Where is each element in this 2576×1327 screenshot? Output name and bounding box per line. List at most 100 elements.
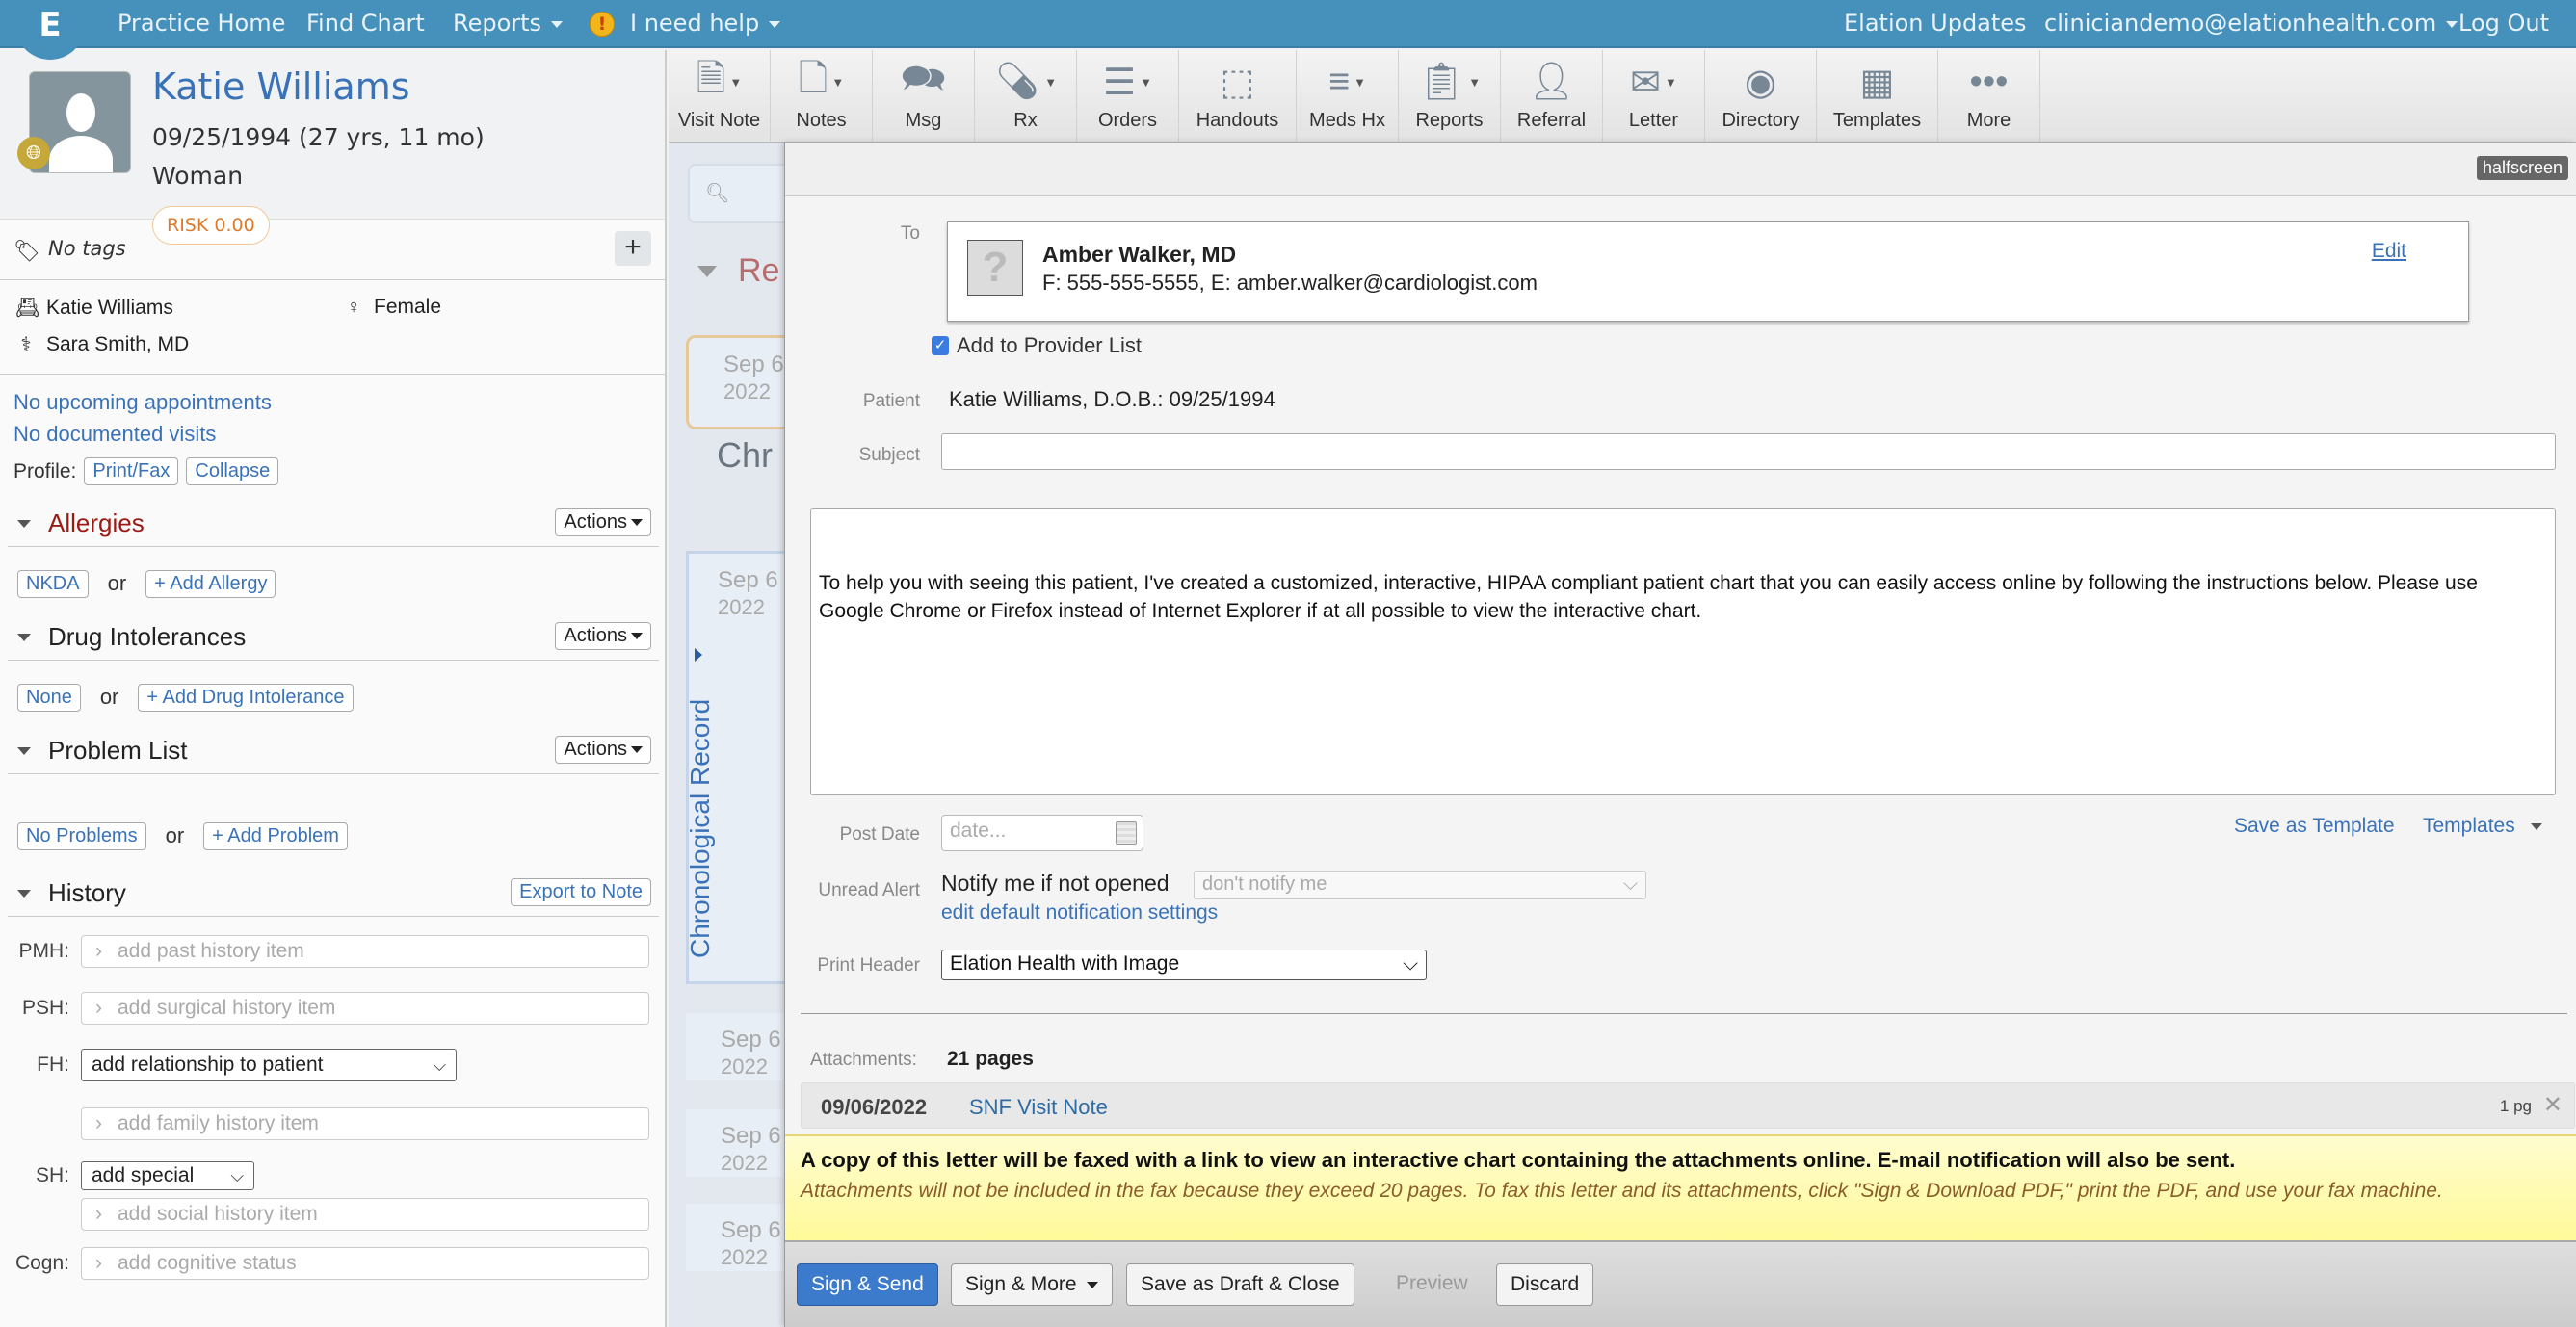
save-as-template-link[interactable]: Save as Template — [2234, 815, 2395, 838]
collapse-triangle-icon[interactable] — [17, 633, 31, 641]
no-drug-intolerance-button[interactable]: None — [17, 683, 81, 712]
post-date-input[interactable]: date... — [941, 815, 1143, 851]
preview-button[interactable]: Preview — [1382, 1263, 1482, 1306]
add-to-provider-list-checkbox[interactable]: ✓ Add to Provider List — [932, 333, 1142, 358]
nav-log-out[interactable]: Log Out — [2458, 8, 2549, 39]
chrono-card[interactable]: Sep 6 2022 — [686, 1204, 784, 1271]
discard-button[interactable]: Discard — [1496, 1263, 1594, 1306]
fh-item-row: › add family history item — [0, 1090, 665, 1158]
nav-reports[interactable]: Reports — [453, 8, 564, 39]
collapse-triangle-icon[interactable] — [17, 519, 31, 528]
sh-item-row: › add social history item — [0, 1194, 665, 1235]
chevron-right-icon: › — [95, 940, 102, 962]
chevron-down-icon: ⌵ — [1622, 873, 1638, 895]
chevron-down-icon: ⌵ — [433, 1054, 446, 1075]
toolbar-letter[interactable]: ✉ ▼ Letter — [1603, 50, 1705, 142]
print-header-label: Print Header — [817, 955, 920, 976]
attachment-pages: 1 pg — [2499, 1097, 2532, 1115]
cogn-input[interactable]: › add cognitive status — [81, 1247, 649, 1280]
toolbar-visit-note[interactable]: 🗎︎ ▼ Visit Note — [669, 50, 771, 142]
post-date-label: Post Date — [839, 824, 920, 845]
no-problems-button[interactable]: No Problems — [17, 821, 146, 850]
no-documented-visits-link[interactable]: No documented visits — [13, 418, 651, 450]
pmh-row: PMH: › add past history item — [0, 926, 665, 976]
add-problem-button[interactable]: + Add Problem — [203, 821, 348, 850]
user-email: cliniciandemo@elationhealth.com — [2044, 10, 2437, 37]
save-draft-close-button[interactable]: Save as Draft & Close — [1126, 1263, 1354, 1306]
toolbar-reports[interactable]: 📋︎ ▼ Reports — [1399, 50, 1501, 142]
sex-row: ♀ Female — [343, 296, 442, 319]
toolbar-orders[interactable]: ☰ ▼ Orders — [1077, 50, 1179, 142]
export-to-note-button[interactable]: Export to Note — [511, 878, 651, 906]
provider-row: ⚕ Sara Smith, MD — [15, 332, 190, 356]
toolbar-directory[interactable]: ◉ Directory — [1705, 50, 1817, 142]
fh-input[interactable]: › add family history item — [81, 1107, 649, 1140]
logo-letter: E — [39, 6, 62, 44]
chrono-card[interactable]: Sep 6 2022 — [689, 554, 784, 621]
to-label: To — [900, 223, 920, 244]
chrono-search-input[interactable]: 🔍︎ — [688, 164, 784, 223]
chronological-column: 🔍︎ Re Sep 6 2022 Chr Chronological Record… — [669, 50, 784, 1327]
print-header-select[interactable]: Elation Health with Image ⌵ — [941, 950, 1427, 980]
toolbar-msg[interactable]: 🗪︎ Msg — [873, 50, 975, 142]
sh-input[interactable]: › add social history item — [81, 1198, 649, 1231]
patient-name[interactable]: Katie Williams — [152, 65, 410, 108]
nav-elation-updates[interactable]: Elation Updates — [1844, 8, 2027, 39]
letter-body-editor[interactable]: To help you with seeing this patient, I'… — [810, 508, 2556, 795]
nav-user-account[interactable]: cliniciandemo@elationhealth.com — [2044, 8, 2458, 39]
chrono-card[interactable]: Sep 6 2022 — [686, 335, 784, 429]
edit-notification-settings-link[interactable]: edit default notification settings — [941, 901, 1218, 924]
toolbar-rx[interactable]: 💊︎ ▼ Rx — [975, 50, 1077, 142]
psh-row: PSH: › add surgical history item — [0, 976, 665, 1040]
toolbar-more[interactable]: ••• More — [1938, 50, 2040, 142]
templates-dropdown[interactable]: Templates — [2423, 815, 2542, 838]
edit-recipient-link[interactable]: Edit — [2372, 240, 2406, 263]
attachment-name-link[interactable]: SNF Visit Note — [969, 1095, 1108, 1120]
toolbar-label: Visit Note — [677, 110, 761, 131]
add-allergy-button[interactable]: + Add Allergy — [145, 569, 276, 598]
toolbar-templates[interactable]: ▦ Templates — [1817, 50, 1938, 142]
add-drug-intolerance-button[interactable]: + Add Drug Intolerance — [138, 683, 354, 712]
pmh-input[interactable]: › add past history item — [81, 935, 649, 968]
patient-header: 🌐︎ Katie Williams 09/25/1994 (27 yrs, 11… — [0, 50, 665, 220]
sign-and-send-button[interactable]: Sign & Send — [797, 1263, 938, 1306]
chrono-card[interactable]: Sep 6 2022 — [686, 1013, 784, 1080]
nav-practice-home[interactable]: Practice Home — [118, 8, 285, 39]
nkda-button[interactable]: NKDA — [17, 569, 89, 598]
toolbar-label: More — [1966, 110, 2011, 131]
collapse-triangle-icon[interactable] — [17, 746, 31, 755]
cogn-label: Cogn: — [14, 1252, 69, 1274]
toolbar-label: Templates — [1832, 110, 1922, 131]
subject-input[interactable] — [941, 433, 2556, 470]
calendar-icon[interactable] — [1116, 821, 1137, 845]
card-date: Sep 6 — [718, 567, 778, 593]
nav-i-need-help[interactable]: ! I need help — [590, 8, 781, 39]
toolbar-notes[interactable]: 🗋︎ ▼ Notes — [771, 50, 873, 142]
chronological-record-tab[interactable]: Chronological Record Sep 6 2022 — [685, 551, 784, 984]
remove-attachment-icon[interactable]: ✕ — [2543, 1091, 2563, 1119]
notify-select[interactable]: don't notify me ⌵ — [1194, 871, 1646, 899]
sign-and-more-button[interactable]: Sign & More — [951, 1263, 1113, 1306]
nav-find-chart[interactable]: Find Chart — [306, 8, 425, 39]
sh-special-select[interactable]: add special ⌵ — [81, 1161, 254, 1190]
card-date: Sep 6 — [721, 1027, 781, 1053]
allergies-actions-button[interactable]: Actions — [555, 508, 651, 536]
halfscreen-button[interactable]: halfscreen — [2476, 156, 2568, 180]
drug-intolerances-actions-button[interactable]: Actions — [555, 622, 651, 650]
collapse-button[interactable]: Collapse — [186, 457, 279, 485]
problem-list-actions-button[interactable]: Actions — [555, 736, 651, 764]
psh-input[interactable]: › add surgical history item — [81, 992, 649, 1025]
collapse-triangle-icon[interactable] — [17, 889, 31, 898]
chrono-section-header[interactable]: Re — [697, 252, 779, 290]
fh-relationship-select[interactable]: add relationship to patient ⌵ — [81, 1049, 457, 1081]
checkbox-checked-icon[interactable]: ✓ — [932, 336, 949, 355]
drug-intolerances-title: Drug Intolerances — [48, 622, 247, 651]
toolbar-meds-hx[interactable]: ≡ ▼ Meds Hx — [1297, 50, 1399, 142]
add-tag-button[interactable]: + — [615, 231, 651, 266]
chrono-heading: Chr — [717, 435, 774, 475]
no-upcoming-appointments-link[interactable]: No upcoming appointments — [13, 386, 651, 418]
toolbar-handouts[interactable]: ⬚ Handouts — [1179, 50, 1297, 142]
toolbar-referral[interactable]: 👤︎ Referral — [1501, 50, 1603, 142]
chrono-card[interactable]: Sep 6 2022 — [686, 1109, 784, 1177]
print-fax-button[interactable]: Print/Fax — [84, 457, 179, 485]
